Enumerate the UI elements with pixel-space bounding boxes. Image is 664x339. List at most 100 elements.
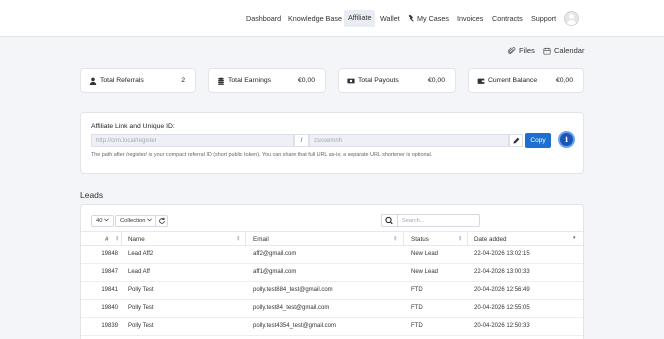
refresh-icon [159,217,165,224]
stat-value: €0,00 [427,77,445,84]
collection-label: Collection [120,218,146,224]
stat-label: Total Payouts [358,77,399,84]
stat-card-total-referrals: Total Referrals 2 [80,68,196,93]
leads-title: Leads [80,190,104,200]
table-row[interactable]: 19847 Lead Aff aff1@gmail.com New Lead 2… [81,264,583,282]
cell-id: 19848 [101,251,118,257]
wallet-icon [477,78,485,84]
nav-invoices[interactable]: Invoices [457,14,483,23]
stat-value: €0,00 [297,77,315,84]
cell-date: 20-04-2026 12:55:05 [474,305,530,311]
url-separator: / [294,134,309,147]
cell-name: Lead Aff [128,269,150,275]
cell-date: 20-04-2026 12:56:49 [474,287,530,293]
calendar-icon [543,47,551,55]
column-header-id[interactable]: # [105,236,109,243]
cell-date: 20-04-2026 12:50:33 [474,323,530,329]
table-row[interactable]: 19839 Polly Test polly.test4354_test@gma… [81,318,583,336]
stat-card-total-earnings: Total Earnings €0,00 [208,68,326,93]
coins-icon [218,77,224,85]
cell-date: 22-04-2026 13:02:15 [474,251,530,257]
stat-value: €0,00 [555,77,573,84]
cell-id: 19839 [101,323,118,329]
column-divider [245,232,246,245]
edit-token-button[interactable] [509,134,523,147]
calendar-link[interactable]: Calendar [543,46,584,55]
cell-name: Lead Aff2 [128,251,154,257]
info-icon: i [565,135,568,144]
sort-icon: ▴ ▾ [116,234,119,243]
cell-name: Polly Test [128,323,154,329]
page-size-value: 40 [96,218,103,224]
nav-my-cases-label: My Cases [417,14,449,23]
cell-id: 19840 [101,305,118,311]
cell-status: New Lead [411,251,439,257]
cell-email: aff2@gmail.com [253,251,297,257]
pencil-icon [513,137,520,144]
sort-icon: ▴ ▾ [459,234,462,243]
search-input[interactable]: Search... [397,214,480,227]
calendar-label: Calendar [554,46,585,55]
user-avatar-icon[interactable] [564,11,579,26]
cell-status: New Lead [411,269,439,275]
nav-dashboard[interactable]: Dashboard [246,14,281,23]
cell-status: FTD [411,323,423,329]
affiliate-token-field[interactable]: zsxswmnh [309,134,509,147]
copy-button[interactable]: Copy [525,133,551,148]
column-divider [121,232,122,245]
stat-label: Total Referrals [100,77,144,84]
stat-card-current-balance: Current Balance €0,00 [468,68,584,93]
cell-id: 19841 [101,287,118,293]
column-header-email[interactable]: Email [253,236,269,243]
search-icon [385,216,393,225]
refresh-button[interactable] [155,215,168,227]
cell-email: polly.test4354_test@gmail.com [253,323,337,329]
avatar-body [567,20,576,25]
column-header-status[interactable]: Status [411,236,429,243]
chevron-down-icon [104,218,109,222]
nav-knowledge-base[interactable]: Knowledge Base [288,14,342,23]
cell-name: Polly Test [128,305,154,311]
money-bill-icon [347,78,355,84]
nav-contracts[interactable]: Contracts [492,14,523,23]
cell-date: 22-04-2026 13:00:33 [474,269,530,275]
cell-email: polly.test84_test@gmail.com [253,305,330,311]
stat-label: Current Balance [488,77,538,84]
cell-name: Polly Test [128,287,154,293]
top-navigation: Dashboard Knowledge Base Affiliate Walle… [0,0,664,37]
cell-status: FTD [411,305,423,311]
table-row[interactable]: 19840 Polly Test polly.test84_test@gmail… [81,300,583,318]
nav-wallet[interactable]: Wallet [380,14,400,23]
files-link[interactable]: Files [508,46,535,55]
cell-email: polly.test884_test@gmail.com [253,287,333,293]
leads-table-card: 40 Collection Search... # ▴ ▾ Name ▴ ▾ Ema… [80,204,584,339]
nav-affiliate[interactable]: Affiliate [344,10,376,27]
cell-status: FTD [411,287,423,293]
cell-email: aff1@gmail.com [253,269,297,275]
column-divider [467,232,468,245]
info-button[interactable]: i [558,131,575,148]
column-header-name[interactable]: Name [128,236,145,243]
avatar-head [569,14,574,19]
affiliate-base-url-field[interactable]: http://crm.local/register [91,134,294,147]
affiliate-link-card: Affiliate Link and Unique ID: http://crm… [80,112,584,174]
chevron-down-icon [147,218,152,222]
nav-my-cases[interactable]: My Cases [408,14,449,23]
column-header-date-added[interactable]: Date added [474,236,507,243]
collection-dropdown[interactable]: Collection [115,215,158,227]
sort-icon: ▴ ▾ [394,234,397,243]
stat-label: Total Earnings [228,77,272,84]
cell-id: 19847 [101,269,118,275]
table-header: # ▴ ▾ Name ▴ ▾ Email ▴ ▾ Status ▴ ▾ Date add… [81,231,583,246]
page-size-select[interactable]: 40 [91,215,115,227]
paperclip-icon [508,46,516,54]
sort-desc-icon: ▾ [573,235,576,241]
files-label: Files [519,46,535,55]
table-row[interactable]: 19841 Polly Test polly.test884_test@gmai… [81,282,583,300]
search-button[interactable] [381,214,397,227]
nav-support[interactable]: Support [531,14,556,23]
sort-icon: ▴ ▾ [237,234,240,243]
table-row[interactable]: 19848 Lead Aff2 aff2@gmail.com New Lead … [81,246,583,264]
affiliate-link-title: Affiliate Link and Unique ID: [91,123,175,130]
hammer-icon [408,14,414,22]
